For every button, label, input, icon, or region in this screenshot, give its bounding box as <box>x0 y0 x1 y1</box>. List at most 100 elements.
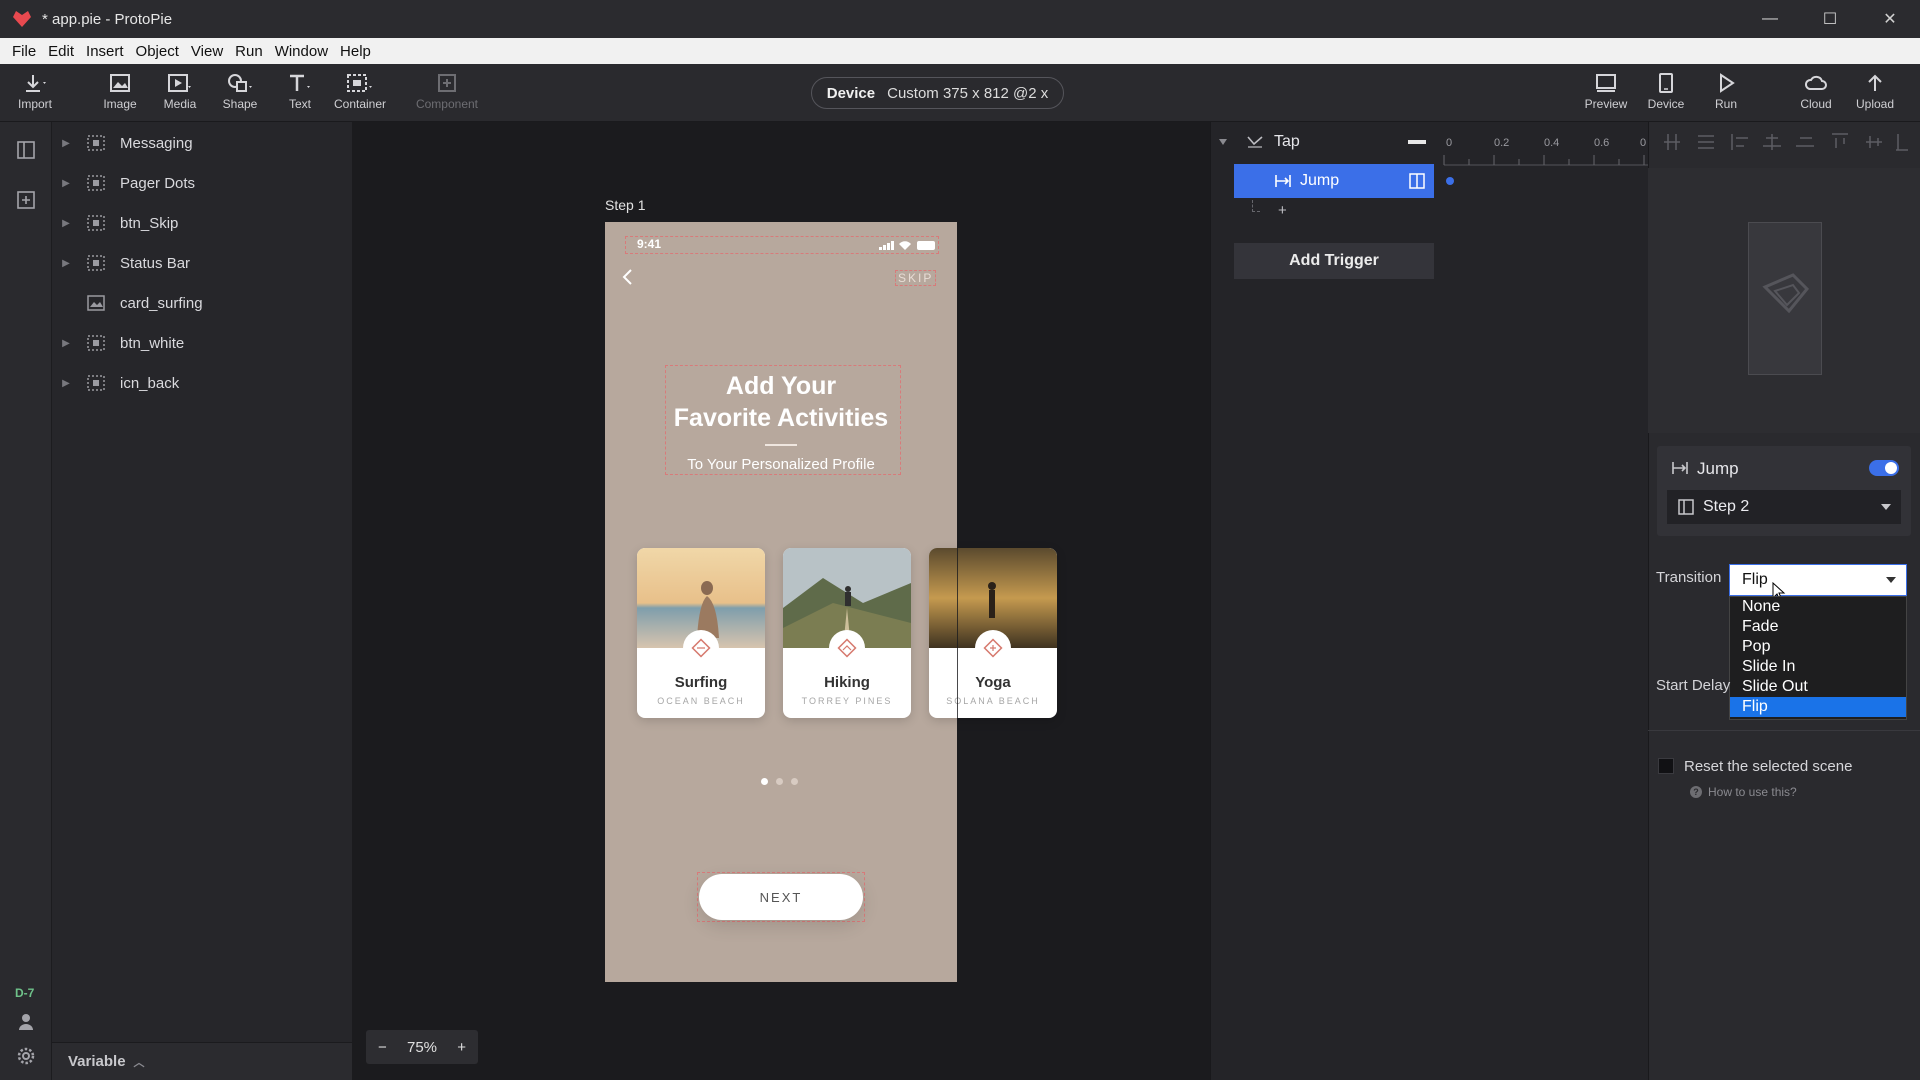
target-scene-dropdown[interactable]: Step 2 <box>1667 490 1901 524</box>
preview-button[interactable]: Preview <box>1576 72 1636 116</box>
menu-insert[interactable]: Insert <box>80 43 130 60</box>
dropdown-caret-icon <box>1886 577 1896 583</box>
text-button[interactable]: Text <box>270 72 330 116</box>
phone-artboard[interactable]: 9:41 SKIP Add Your Favorite Activities T… <box>605 222 1057 982</box>
menu-help[interactable]: Help <box>334 43 377 60</box>
text-icon <box>287 72 313 94</box>
how-to-link[interactable]: ? How to use this? <box>1690 784 1797 800</box>
next-button[interactable]: NEXT <box>699 874 863 920</box>
container-layer-icon <box>86 134 108 152</box>
menu-edit[interactable]: Edit <box>42 43 80 60</box>
window-controls: — ☐ ✕ <box>1740 0 1920 38</box>
menu-file[interactable]: File <box>6 43 42 60</box>
timeline-keyframe-dot[interactable] <box>1446 177 1454 185</box>
title-bar: * app.pie - ProtoPie — ☐ ✕ <box>0 0 1920 38</box>
tree-connector <box>1252 200 1260 212</box>
run-button[interactable]: Run <box>1696 72 1756 116</box>
transition-select[interactable]: Flip <box>1729 564 1907 596</box>
layer-card-surfing[interactable]: card_surfing <box>52 283 352 323</box>
response-jump[interactable]: Jump <box>1234 164 1434 198</box>
activity-badge-icon <box>975 630 1011 666</box>
image-icon <box>109 72 131 94</box>
scene-icon <box>1677 498 1695 516</box>
menu-object[interactable]: Object <box>130 43 185 60</box>
settings-gear-icon[interactable] <box>16 1046 36 1066</box>
pager-dot <box>791 778 798 785</box>
phone-icon <box>1658 72 1674 94</box>
expand-arrow-icon[interactable]: ▶ <box>52 258 80 269</box>
skip-button[interactable]: SKIP <box>895 270 937 286</box>
add-scene-icon[interactable] <box>16 190 36 210</box>
cloud-button[interactable]: Cloud <box>1786 72 1846 116</box>
activity-card-yoga[interactable]: Yoga SOLANA BEACH <box>929 548 1057 718</box>
add-response-button[interactable]: + <box>1278 202 1287 219</box>
layer-pager-dots[interactable]: ▶ Pager Dots <box>52 163 352 203</box>
remove-trigger-icon[interactable] <box>1408 140 1426 144</box>
maximize-button[interactable]: ☐ <box>1800 0 1860 38</box>
container-layer-icon <box>86 374 108 392</box>
jump-enabled-toggle[interactable] <box>1869 460 1899 476</box>
layer-icn-back[interactable]: ▶ icn_back <box>52 363 352 403</box>
trigger-tap[interactable]: Tap <box>1234 127 1434 157</box>
expand-arrow-icon[interactable]: ▶ <box>52 218 80 229</box>
activity-card-surfing[interactable]: Surfing OCEAN BEACH <box>637 548 765 718</box>
transition-option-pop[interactable]: Pop <box>1730 637 1906 657</box>
image-button[interactable]: Image <box>90 72 150 116</box>
scene-target-icon[interactable] <box>1408 172 1426 190</box>
reset-scene-checkbox[interactable] <box>1658 758 1674 774</box>
menu-view[interactable]: View <box>185 43 229 60</box>
layers-panel-icon[interactable] <box>16 140 36 160</box>
component-button[interactable]: Component <box>412 72 482 116</box>
menu-run[interactable]: Run <box>229 43 269 60</box>
transition-option-slide-out[interactable]: Slide Out <box>1730 677 1906 697</box>
pager-dot-active <box>761 778 768 785</box>
transition-label: Transition <box>1656 569 1722 586</box>
activity-card-hiking[interactable]: Hiking TORREY PINES <box>783 548 911 718</box>
user-icon[interactable] <box>16 1012 36 1032</box>
left-rail <box>0 122 52 1080</box>
layer-status-bar[interactable]: ▶ Status Bar <box>52 243 352 283</box>
zoom-out-button[interactable]: − <box>378 1039 387 1056</box>
back-chevron-icon[interactable] <box>621 268 635 286</box>
artboard-edge <box>957 548 958 718</box>
transition-options-list: None Fade Pop Slide In Slide Out Flip <box>1729 596 1907 720</box>
status-time: 9:41 <box>637 237 662 251</box>
transition-option-flip[interactable]: Flip <box>1730 697 1906 717</box>
timeline-ruler[interactable]: 0 0.2 0.4 0.6 0 <box>1438 127 1648 167</box>
menu-window[interactable]: Window <box>269 43 334 60</box>
container-button[interactable]: Container <box>330 72 390 116</box>
import-button[interactable]: Import <box>5 72 65 116</box>
device-selector[interactable]: Device Custom 375 x 812 @2 x <box>811 77 1064 109</box>
transition-option-none[interactable]: None <box>1730 597 1906 617</box>
upload-icon <box>1865 72 1885 94</box>
shape-button[interactable]: Shape <box>210 72 270 116</box>
container-layer-icon <box>86 174 108 192</box>
headline-subtitle: To Your Personalized Profile <box>687 456 875 473</box>
dropdown-caret-icon <box>1881 504 1891 510</box>
zoom-in-button[interactable]: + <box>457 1039 466 1056</box>
add-trigger-button[interactable]: Add Trigger <box>1234 243 1434 279</box>
variable-bar[interactable]: Variable ︿ <box>52 1042 352 1080</box>
zoom-level[interactable]: 75% <box>407 1039 437 1056</box>
media-icon <box>167 72 193 94</box>
close-button[interactable]: ✕ <box>1860 0 1920 38</box>
layer-btn-skip[interactable]: ▶ btn_Skip <box>52 203 352 243</box>
layer-messaging[interactable]: ▶ Messaging <box>52 123 352 163</box>
expand-arrow-icon[interactable]: ▶ <box>52 378 80 389</box>
pager-dots[interactable] <box>761 778 798 785</box>
jump-response-icon <box>1274 173 1292 189</box>
scene-thumbnail[interactable] <box>1748 222 1822 375</box>
media-button[interactable]: Media <box>150 72 210 116</box>
toolbar: Import Image Media Shape Text Container … <box>0 64 1920 122</box>
expand-arrow-icon[interactable]: ▶ <box>52 178 80 189</box>
minimize-button[interactable]: — <box>1740 0 1800 38</box>
upload-button[interactable]: Upload <box>1845 72 1905 116</box>
transition-option-slide-in[interactable]: Slide In <box>1730 657 1906 677</box>
collapse-triangle-icon[interactable] <box>1218 138 1228 146</box>
transition-option-fade[interactable]: Fade <box>1730 617 1906 637</box>
expand-arrow-icon[interactable]: ▶ <box>52 338 80 349</box>
device-button[interactable]: Device <box>1636 72 1696 116</box>
headline-divider <box>765 444 797 446</box>
expand-arrow-icon[interactable]: ▶ <box>52 138 80 149</box>
layer-btn-white[interactable]: ▶ btn_white <box>52 323 352 363</box>
